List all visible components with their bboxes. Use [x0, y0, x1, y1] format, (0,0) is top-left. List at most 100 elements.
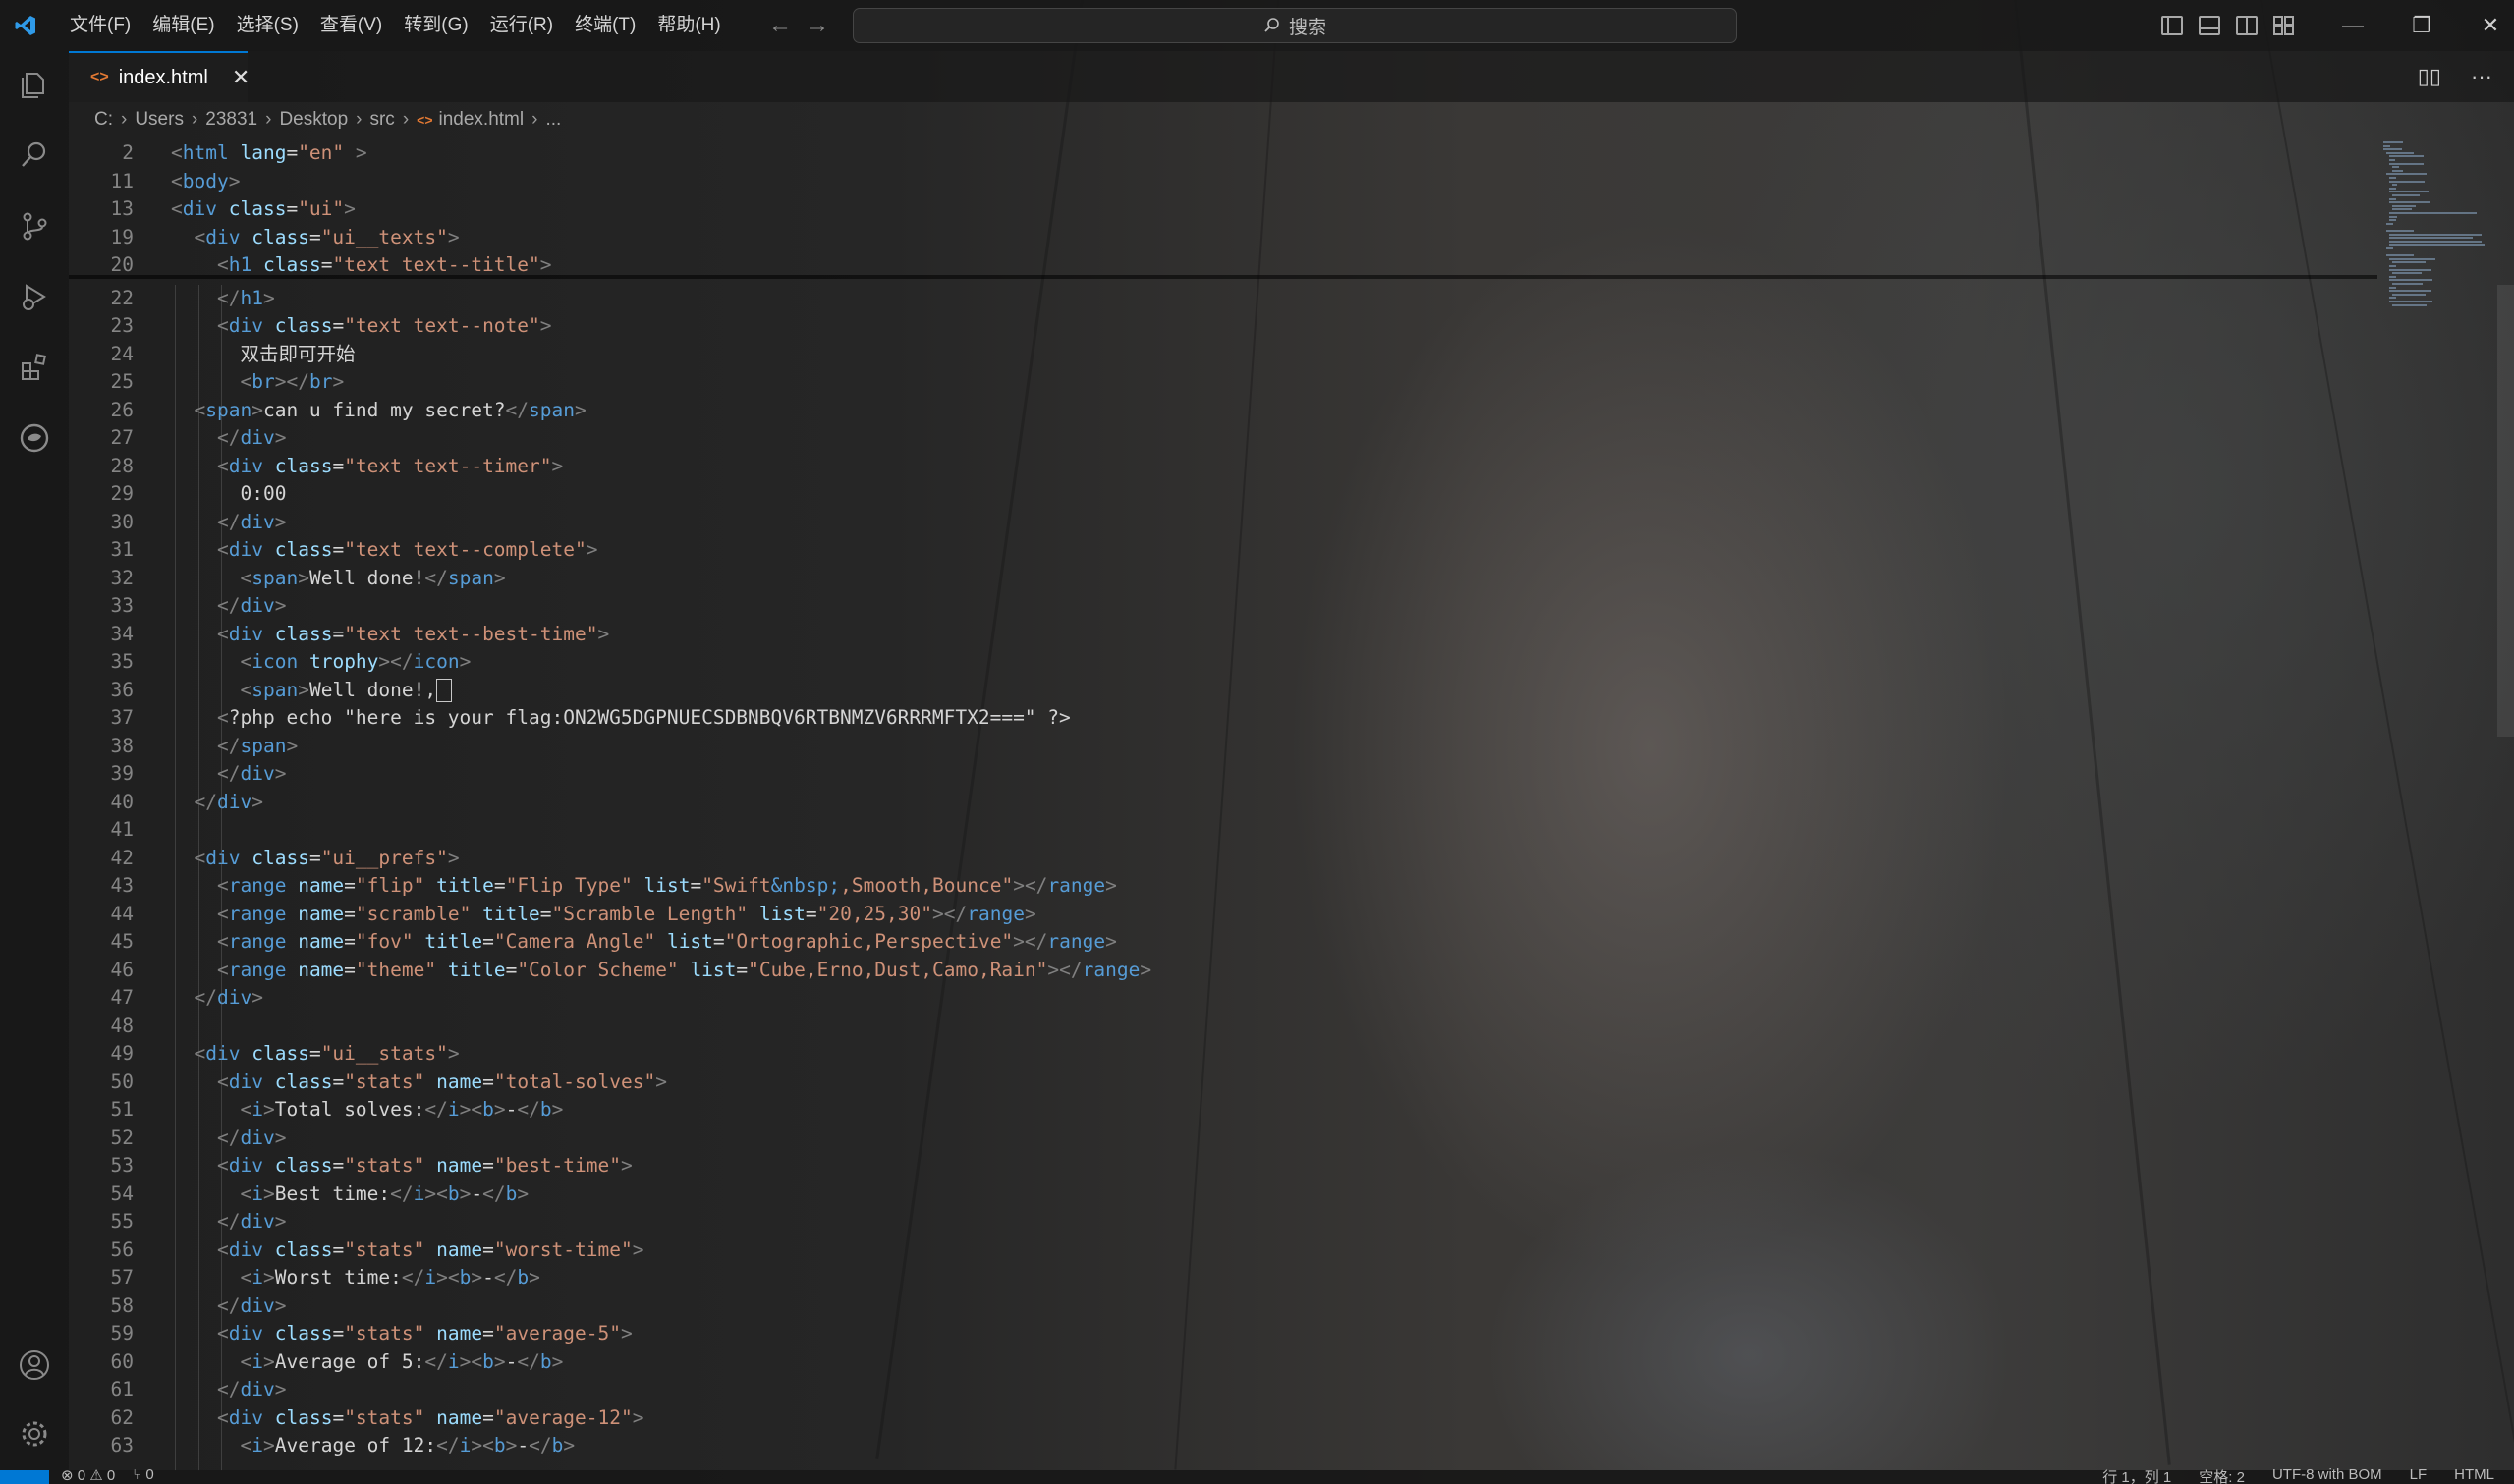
- code-line[interactable]: 2 <html lang="en" >: [69, 139, 2377, 168]
- code-line[interactable]: 53 <div class="stats" name="best-time">: [69, 1152, 2377, 1181]
- close-icon[interactable]: ✕: [232, 65, 250, 90]
- more-actions-icon[interactable]: ···: [2471, 64, 2492, 89]
- code-line[interactable]: 34 <div class="text text--best-time">: [69, 621, 2377, 649]
- minimap[interactable]: [2377, 136, 2495, 332]
- code-line[interactable]: 38 </span>: [69, 733, 2377, 761]
- code-line[interactable]: 13 <div class="ui">: [69, 195, 2377, 224]
- menu-edit[interactable]: 编辑(E): [141, 0, 225, 51]
- code-line[interactable]: 29 0:00: [69, 480, 2377, 509]
- breadcrumb-item[interactable]: Users: [135, 109, 184, 131]
- code-line[interactable]: 49 <div class="ui__stats">: [69, 1040, 2377, 1069]
- code-line[interactable]: 52 </div>: [69, 1125, 2377, 1153]
- split-editor-icon[interactable]: ▯▯: [2418, 64, 2441, 89]
- code-line[interactable]: 22 </h1>: [69, 285, 2377, 313]
- tab-index-html[interactable]: <> index.html ✕: [69, 51, 250, 102]
- close-window-icon[interactable]: ✕: [2456, 0, 2514, 51]
- line-number: 56: [110, 1237, 134, 1261]
- remote-indicator-icon[interactable]: [0, 1470, 49, 1484]
- code-line[interactable]: 51 <i>Total solves:</i><b>-</b>: [69, 1096, 2377, 1125]
- code-line[interactable]: 28 <div class="text text--timer">: [69, 453, 2377, 481]
- code-line[interactable]: 56 <div class="stats" name="worst-time">: [69, 1237, 2377, 1265]
- run-debug-icon[interactable]: [15, 277, 54, 316]
- code-line[interactable]: 25 <br></br>: [69, 368, 2377, 397]
- code-line[interactable]: 11 <body>: [69, 168, 2377, 196]
- search-sidebar-icon[interactable]: [15, 136, 54, 175]
- menu-run[interactable]: 运行(R): [479, 0, 564, 51]
- code-line[interactable]: 42 <div class="ui__prefs">: [69, 845, 2377, 873]
- minimize-icon[interactable]: —: [2318, 0, 2387, 51]
- menu-view[interactable]: 查看(V): [309, 0, 393, 51]
- code-line[interactable]: 36 <span>Well done!,: [69, 677, 2377, 705]
- vertical-scrollbar[interactable]: [2497, 285, 2514, 737]
- code-line[interactable]: 26 <span>can u find my secret?</span>: [69, 397, 2377, 425]
- code-token: >: [262, 286, 275, 309]
- code-token: ></: [1047, 958, 1083, 981]
- encoding[interactable]: UTF-8 with BOM: [2272, 1466, 2382, 1484]
- menu-terminal[interactable]: 终端(T): [564, 0, 646, 51]
- code-line[interactable]: 57 <i>Worst time:</i><b>-</b>: [69, 1264, 2377, 1292]
- code-line[interactable]: 61 </div>: [69, 1376, 2377, 1404]
- code-line[interactable]: 30 </div>: [69, 509, 2377, 537]
- line-ending[interactable]: LF: [2410, 1466, 2428, 1484]
- breadcrumb-item[interactable]: index.html: [439, 109, 525, 131]
- code-line[interactable]: 24 双击即可开始: [69, 341, 2377, 369]
- code-line[interactable]: 62 <div class="stats" name="average-12">: [69, 1404, 2377, 1433]
- code-line[interactable]: 45 <range name="fov" title="Camera Angle"…: [69, 928, 2377, 957]
- accounts-icon[interactable]: [15, 1346, 54, 1385]
- code-line[interactable]: 59 <div class="stats" name="average-5">: [69, 1320, 2377, 1348]
- code-line[interactable]: 37 <?php echo "here is your flag:ON2WG5DG…: [69, 704, 2377, 733]
- code-editor[interactable]: 2 <html lang="en" >11 <body> 13 <div class="…: [69, 136, 2377, 1471]
- breadcrumb-item[interactable]: src: [369, 109, 394, 131]
- ports-indicator[interactable]: ⑂ 0: [133, 1466, 154, 1484]
- menu-selection[interactable]: 选择(S): [226, 0, 309, 51]
- code-line[interactable]: 43 <range name="flip" title="Flip Type" l…: [69, 872, 2377, 901]
- code-line[interactable]: 48: [69, 1013, 2377, 1041]
- code-line[interactable]: 50 <div class="stats" name="total-solves"…: [69, 1069, 2377, 1097]
- extensions-icon[interactable]: [15, 348, 54, 387]
- settings-gear-icon[interactable]: [15, 1414, 54, 1454]
- code-line[interactable]: 63 <i>Average of 12:</i><b>-</b>: [69, 1432, 2377, 1460]
- code-line[interactable]: 33 </div>: [69, 592, 2377, 621]
- code-line[interactable]: 60 <i>Average of 5:</i><b>-</b>: [69, 1348, 2377, 1377]
- code-line[interactable]: 35 <icon trophy></icon>: [69, 648, 2377, 677]
- customize-layout-icon[interactable]: [2273, 16, 2295, 35]
- toggle-primary-sidebar-icon[interactable]: [2161, 16, 2183, 35]
- breadcrumb-item[interactable]: 23831: [205, 109, 257, 131]
- toggle-panel-icon[interactable]: [2199, 16, 2220, 35]
- code-token: i: [251, 1182, 263, 1205]
- code-line[interactable]: 39 </div>: [69, 760, 2377, 789]
- cursor-position[interactable]: 行 1，列 1: [2102, 1466, 2171, 1484]
- code-line[interactable]: 47 </div>: [69, 984, 2377, 1013]
- code-line[interactable]: 58 </div>: [69, 1292, 2377, 1321]
- breadcrumb-item[interactable]: ...: [545, 109, 561, 131]
- code-line[interactable]: 40 </div>: [69, 789, 2377, 817]
- code-line[interactable]: 54 <i>Best time:</i><b>-</b>: [69, 1181, 2377, 1209]
- code-line[interactable]: 27 </div>: [69, 424, 2377, 453]
- code-line[interactable]: 46 <range name="theme" title="Color Schem…: [69, 957, 2377, 985]
- code-line[interactable]: 41: [69, 816, 2377, 845]
- breadcrumb-item[interactable]: Desktop: [279, 109, 348, 131]
- breadcrumb-item[interactable]: C:: [94, 109, 113, 131]
- toggle-secondary-sidebar-icon[interactable]: [2236, 16, 2258, 35]
- command-center-search[interactable]: 搜索: [853, 8, 1737, 43]
- source-control-icon[interactable]: [15, 206, 54, 246]
- line-number: 33: [110, 594, 134, 617]
- code-line[interactable]: 55 </div>: [69, 1208, 2377, 1237]
- menu-help[interactable]: 帮助(H): [646, 0, 731, 51]
- code-line[interactable]: 44 <range name="scramble" title="Scramble…: [69, 901, 2377, 929]
- language-mode[interactable]: HTML: [2454, 1466, 2494, 1484]
- code-line[interactable]: 19 <div class="ui__texts">: [69, 224, 2377, 252]
- menu-file[interactable]: 文件(F): [59, 0, 141, 51]
- back-arrow-icon[interactable]: ←: [768, 12, 792, 39]
- forward-arrow-icon[interactable]: →: [806, 12, 829, 39]
- problems-indicator[interactable]: ⊗ 0 ⚠ 0: [61, 1466, 115, 1484]
- indentation[interactable]: 空格: 2: [2199, 1466, 2245, 1484]
- explorer-icon[interactable]: [15, 65, 54, 104]
- remote-explorer-icon[interactable]: [15, 418, 54, 458]
- menu-go[interactable]: 转到(G): [393, 0, 478, 51]
- code-line[interactable]: 32 <span>Well done!</span>: [69, 565, 2377, 593]
- code-line[interactable]: 23 <div class="text text--note">: [69, 312, 2377, 341]
- restore-icon[interactable]: ❐: [2387, 0, 2456, 51]
- code-line[interactable]: 31 <div class="text text--complete">: [69, 536, 2377, 565]
- code-token: div: [240, 1293, 275, 1317]
